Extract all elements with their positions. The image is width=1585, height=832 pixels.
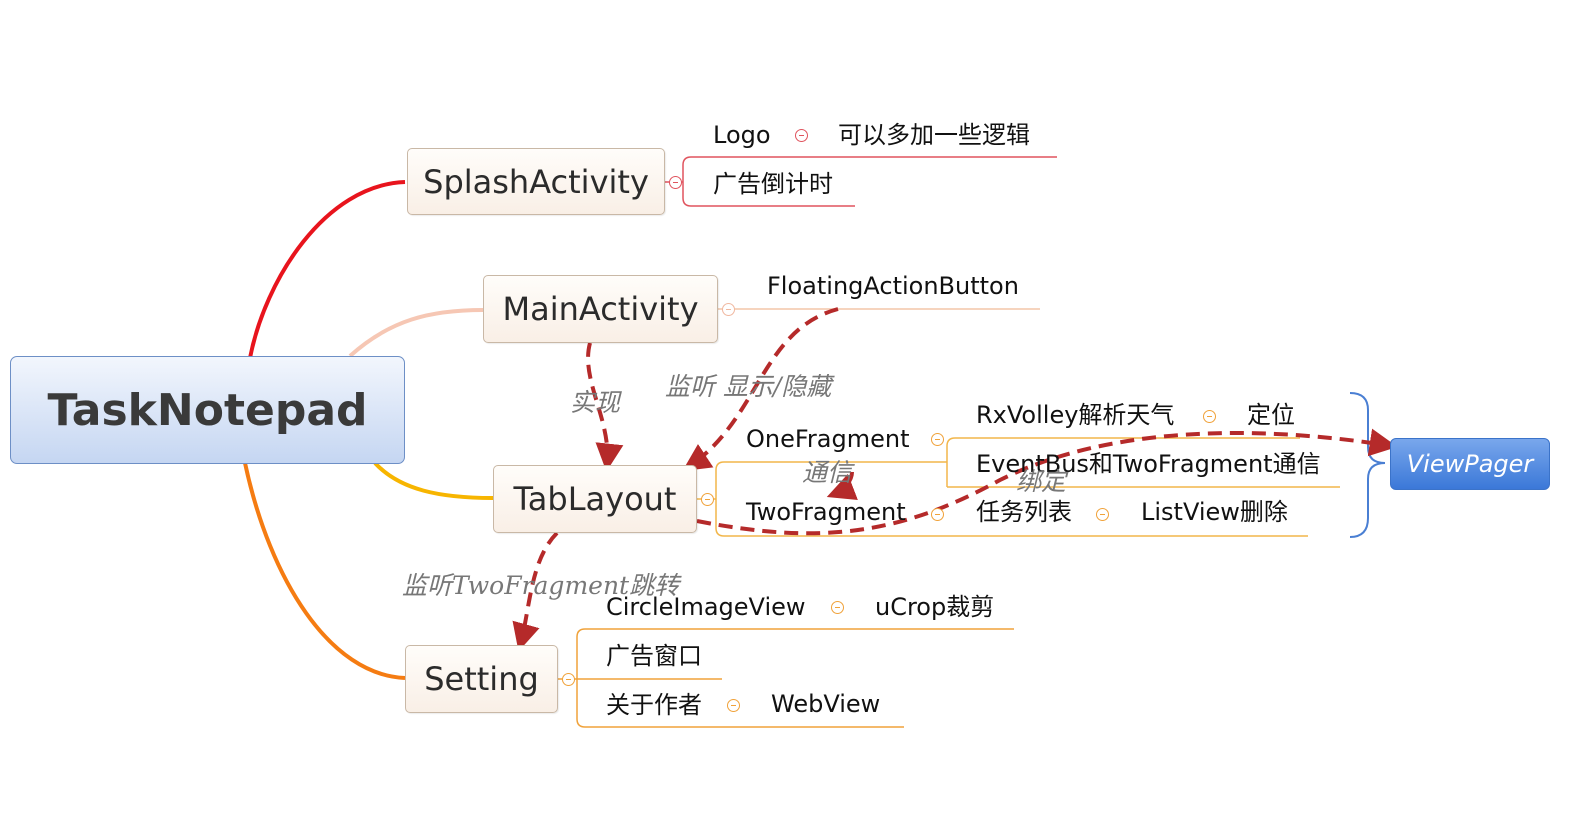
branch-line-main — [348, 308, 484, 358]
leaf-webview[interactable]: WebView — [771, 692, 880, 716]
collapse-toggle-rxvolley[interactable] — [1203, 410, 1216, 423]
summary-brace — [1349, 392, 1386, 538]
relationship-label-bind[interactable]: 绑定 — [1016, 469, 1066, 494]
node-setting[interactable]: Setting — [405, 645, 558, 713]
leaf-about[interactable]: 关于作者 — [606, 693, 702, 717]
collapse-toggle-task-list[interactable] — [1096, 508, 1109, 521]
summary-viewpager[interactable]: ViewPager — [1390, 438, 1550, 490]
node-tablayout[interactable]: TabLayout — [493, 465, 697, 533]
leaf-listview-delete[interactable]: ListView删除 — [1141, 500, 1288, 524]
node-splash-activity[interactable]: SplashActivity — [407, 148, 665, 215]
collapse-toggle-circle-image[interactable] — [831, 601, 844, 614]
leaf-rxvolley[interactable]: RxVolley解析天气 — [976, 403, 1174, 427]
leaf-two-fragment[interactable]: TwoFragment — [746, 500, 906, 524]
relationship-label-listen-jump[interactable]: 监听TwoFragment跳转 — [402, 573, 679, 598]
collapse-toggle-setting[interactable] — [562, 673, 575, 686]
branch-line-setting — [243, 462, 406, 680]
collapse-toggle-main[interactable] — [722, 303, 735, 316]
relationship-label-implement[interactable]: 实现 — [570, 390, 620, 415]
leaf-ad-window[interactable]: 广告窗口 — [606, 644, 702, 668]
branch-line-tab — [373, 461, 494, 500]
leaf-ad-countdown[interactable]: 广告倒计时 — [713, 172, 833, 196]
leaf-logo[interactable]: Logo — [713, 123, 771, 147]
leaf-logo-note[interactable]: 可以多加一些逻辑 — [838, 123, 1030, 147]
collapse-toggle-about[interactable] — [727, 699, 740, 712]
relationship-label-communicate[interactable]: 通信 — [802, 460, 852, 485]
leaf-one-fragment[interactable]: OneFragment — [746, 427, 910, 451]
node-main-activity[interactable]: MainActivity — [483, 275, 718, 343]
relationship-label-listen-show-hide[interactable]: 监听 显示/隐藏 — [665, 374, 831, 399]
root-node[interactable]: TaskNotepad — [10, 356, 405, 464]
leaf-locate[interactable]: 定位 — [1247, 403, 1295, 427]
leaf-ucrop[interactable]: uCrop裁剪 — [875, 595, 994, 619]
collapse-toggle-tab[interactable] — [701, 493, 714, 506]
collapse-toggle-splash[interactable] — [669, 176, 682, 189]
collapse-toggle-two-fragment[interactable] — [931, 508, 944, 521]
leaf-task-list[interactable]: 任务列表 — [976, 500, 1072, 524]
leaf-fab[interactable]: FloatingActionButton — [767, 274, 1019, 298]
collapse-toggle-logo[interactable] — [795, 129, 808, 142]
collapse-toggle-one-fragment[interactable] — [931, 433, 944, 446]
